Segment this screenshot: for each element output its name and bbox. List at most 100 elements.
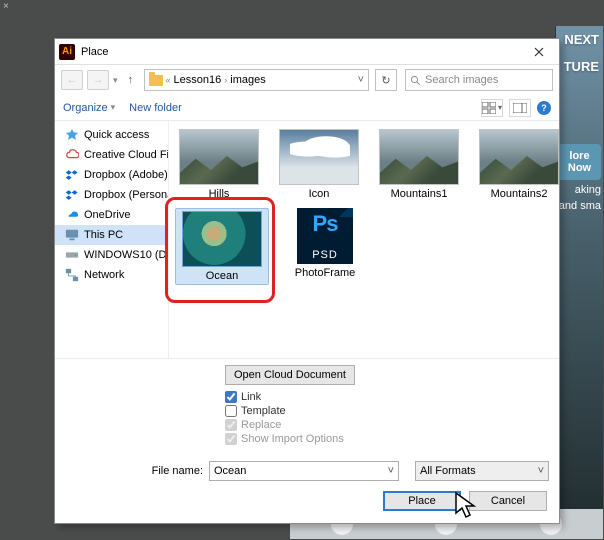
place-button[interactable]: Place xyxy=(383,491,461,511)
sidebar-item-onedrive[interactable]: OneDrive xyxy=(55,205,168,225)
thumbnail xyxy=(182,211,262,267)
show-import-options-checkbox: Show Import Options xyxy=(225,433,559,445)
nav-up-button[interactable]: ↑ xyxy=(122,70,140,90)
file-name: Mountains2 xyxy=(491,188,548,200)
sidebar-item-creative-cloud[interactable]: Creative Cloud Files xyxy=(55,145,168,165)
file-name: Hills xyxy=(209,188,230,200)
sidebar: Quick access Creative Cloud Files Dropbo… xyxy=(55,121,169,358)
search-input[interactable]: Search images xyxy=(405,69,553,91)
checkbox-input[interactable] xyxy=(225,405,237,417)
close-icon xyxy=(534,47,544,57)
filename-combobox[interactable]: Ocean ˅ xyxy=(209,461,399,481)
thumbnails-icon xyxy=(482,102,496,114)
toolbar: Organize ▾ New folder ▾ ? xyxy=(55,95,559,121)
nav-bar: ← → ▾ ↑ « Lesson16 › images ˅ ↻ Search i… xyxy=(55,65,559,95)
search-icon xyxy=(410,75,421,86)
file-format-combobox[interactable]: All Formats ˅ xyxy=(415,461,549,481)
checkbox-input[interactable] xyxy=(225,391,237,403)
sidebar-item-this-pc[interactable]: This PC xyxy=(55,225,168,245)
thumbnail xyxy=(179,129,259,185)
preview-pane-button[interactable] xyxy=(509,99,531,117)
app-tab-close[interactable]: × xyxy=(3,0,15,14)
address-bar[interactable]: « Lesson16 › images ˅ xyxy=(144,69,369,91)
filename-value: Ocean xyxy=(214,465,246,477)
psd-ext-text: PSD xyxy=(297,249,353,261)
file-name: PhotoFrame xyxy=(295,267,356,279)
thumbnail: Ps PSD xyxy=(285,208,365,264)
bottom-panel: File name: Ocean ˅ All Formats ˅ Place C… xyxy=(55,455,559,523)
sidebar-item-quick-access[interactable]: Quick access xyxy=(55,125,168,145)
folder-icon xyxy=(149,75,163,86)
file-name: Icon xyxy=(309,188,330,200)
titlebar[interactable]: Ai Place xyxy=(55,39,559,65)
chevron-right-icon: « xyxy=(166,75,171,85)
sidebar-item-windows10-d[interactable]: WINDOWS10 (D:) xyxy=(55,245,168,265)
open-cloud-document-button[interactable]: Open Cloud Document xyxy=(225,365,355,385)
file-name: Mountains1 xyxy=(391,188,448,200)
preview-pane-icon xyxy=(513,103,527,113)
format-value: All Formats xyxy=(420,465,476,477)
organize-menu[interactable]: Organize ▾ xyxy=(63,102,115,114)
sidebar-item-dropbox-personal[interactable]: Dropbox (Personal) xyxy=(55,185,168,205)
nav-back-button[interactable]: ← xyxy=(61,70,83,90)
sidebar-item-label: Dropbox (Adobe) xyxy=(84,169,168,181)
sidebar-item-label: OneDrive xyxy=(84,209,130,221)
bg-headline-2: TURE xyxy=(556,53,603,80)
onedrive-icon xyxy=(65,208,79,222)
this-pc-icon xyxy=(65,228,79,242)
sidebar-item-network[interactable]: Network xyxy=(55,265,168,285)
psd-file-icon: Ps PSD xyxy=(297,208,353,264)
file-item-photoframe[interactable]: Ps PSD PhotoFrame xyxy=(281,208,369,285)
link-checkbox[interactable]: Link xyxy=(225,391,559,403)
filename-label: File name: xyxy=(65,465,203,477)
file-list[interactable]: Hills Icon Mountains1 Mountains2 xyxy=(169,121,569,358)
help-button[interactable]: ? xyxy=(537,101,551,115)
template-checkbox[interactable]: Template xyxy=(225,405,559,417)
checkbox-input xyxy=(225,433,237,445)
chevron-right-icon: › xyxy=(224,75,227,85)
sidebar-item-label: WINDOWS10 (D:) xyxy=(84,249,168,261)
options-panel: Open Cloud Document Link Template Replac… xyxy=(55,358,559,455)
thumbnail xyxy=(279,129,359,185)
chevron-down-icon: ˅ xyxy=(388,465,394,477)
dialog-title: Place xyxy=(81,46,523,58)
thumbnail xyxy=(379,129,459,185)
breadcrumb-segment[interactable]: images xyxy=(230,74,265,86)
sidebar-item-label: Creative Cloud Files xyxy=(84,149,168,161)
replace-checkbox: Replace xyxy=(225,419,559,431)
file-item-mountains2[interactable]: Mountains2 xyxy=(475,129,563,200)
refresh-button[interactable]: ↻ xyxy=(375,69,397,91)
breadcrumb-segment[interactable]: Lesson16 xyxy=(174,74,222,86)
close-button[interactable] xyxy=(523,42,555,62)
chevron-down-icon: ▾ xyxy=(111,102,116,113)
cancel-button[interactable]: Cancel xyxy=(469,491,547,511)
star-icon xyxy=(65,128,79,142)
nav-forward-button[interactable]: → xyxy=(87,70,109,90)
sidebar-item-label: Dropbox (Personal) xyxy=(84,189,168,201)
address-dropdown[interactable]: ˅ xyxy=(358,74,364,86)
nav-history-dropdown[interactable]: ▾ xyxy=(113,75,118,86)
file-name: Ocean xyxy=(206,270,238,282)
new-folder-button[interactable]: New folder xyxy=(129,102,182,114)
ps-logo-text: Ps xyxy=(297,211,353,237)
place-dialog: Ai Place ← → ▾ ↑ « Lesson16 › images ˅ ↻… xyxy=(54,38,560,524)
file-item-mountains1[interactable]: Mountains1 xyxy=(375,129,463,200)
bg-headline-1: NEXT xyxy=(556,26,603,53)
sidebar-item-label: Quick access xyxy=(84,129,149,141)
illustrator-icon: Ai xyxy=(59,44,75,60)
dropbox-icon xyxy=(65,168,79,182)
sidebar-item-label: Network xyxy=(84,269,124,281)
dropbox-icon xyxy=(65,188,79,202)
view-mode-button[interactable]: ▾ xyxy=(481,99,503,117)
file-item-hills[interactable]: Hills xyxy=(175,129,263,200)
network-icon xyxy=(65,268,79,282)
drive-icon xyxy=(65,248,79,262)
file-item-icon[interactable]: Icon xyxy=(275,129,363,200)
sidebar-item-dropbox-adobe[interactable]: Dropbox (Adobe) xyxy=(55,165,168,185)
thumbnail xyxy=(479,129,559,185)
checkbox-input xyxy=(225,419,237,431)
sidebar-item-label: This PC xyxy=(84,229,123,241)
creative-cloud-icon xyxy=(65,148,79,162)
file-item-ocean[interactable]: Ocean xyxy=(175,208,269,285)
search-placeholder: Search images xyxy=(425,74,498,86)
